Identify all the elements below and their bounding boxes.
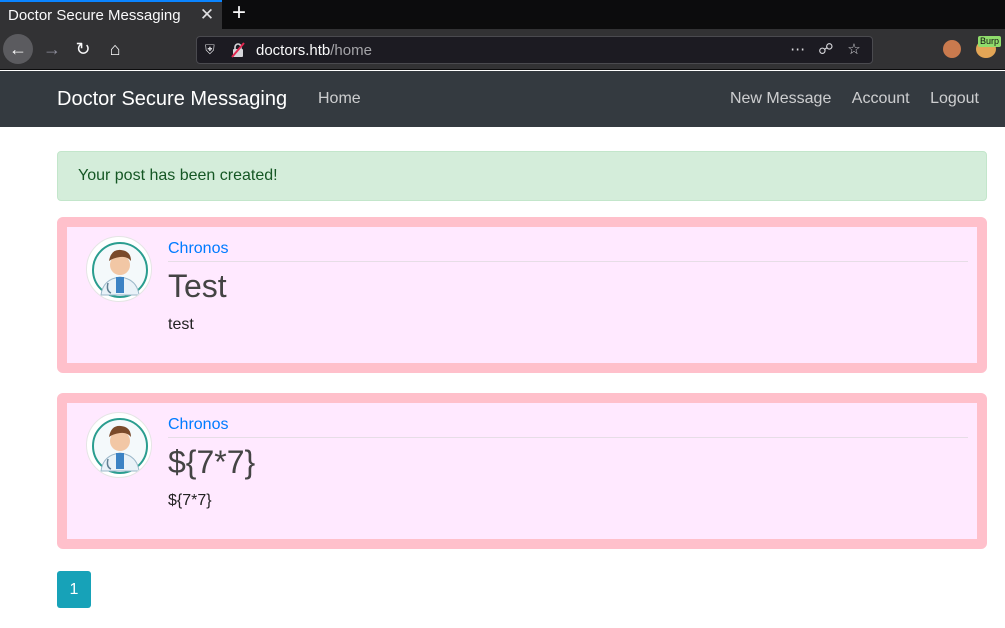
browser-tab-bar: Doctor Secure Messaging ✕ + [0,0,1005,29]
pocket-icon[interactable]: ☍ [814,39,838,61]
post-title: ${7*7} [168,444,256,480]
avatar [86,236,152,302]
post-author-link[interactable]: Chronos [168,415,968,438]
post-body: Chronos Test test [168,239,968,336]
site-navbar: Doctor Secure Messaging Home New Message… [0,71,1005,127]
post-card: Chronos Test test [57,217,987,373]
cookie-extension-icon[interactable] [943,40,961,58]
shield-icon[interactable]: ⛨ [205,42,219,58]
home-icon[interactable]: ⌂ [100,34,130,64]
close-icon[interactable]: ✕ [197,5,217,25]
post-content: ${7*7} [168,492,212,509]
new-tab-button[interactable]: + [228,0,250,28]
post-card: Chronos ${7*7} ${7*7} [57,393,987,549]
nav-link-logout[interactable]: Logout [930,90,979,107]
post-body: Chronos ${7*7} ${7*7} [168,415,968,512]
browser-toolbar: ← → ↻ ⌂ ⛨ doctors.htb/home ⋯ ☍ ☆ Burp [0,29,1005,70]
bookmark-star-icon[interactable]: ☆ [842,39,866,61]
burp-badge: Burp [978,36,1002,47]
success-alert: Your post has been created! [57,151,987,201]
url-actions: ⋯ ☍ ☆ [786,39,866,61]
reload-icon[interactable]: ↻ [68,34,98,64]
pagination-page-button[interactable]: 1 [57,571,91,608]
avatar [86,412,152,478]
post-content: test [168,316,194,333]
address-bar[interactable]: ⛨ doctors.htb/home ⋯ ☍ ☆ [196,36,873,64]
post-title: Test [168,268,227,304]
tab-title: Doctor Secure Messaging [8,7,181,24]
url-path: /home [330,42,372,59]
url-text[interactable]: doctors.htb/home [256,37,372,64]
back-arrow-icon[interactable]: ← [3,34,33,64]
forward-arrow-icon[interactable]: → [37,34,67,64]
more-actions-icon[interactable]: ⋯ [786,39,810,61]
browser-tab[interactable]: Doctor Secure Messaging ✕ [0,0,222,29]
nav-link-new-message[interactable]: New Message [730,90,831,107]
insecure-lock-icon[interactable] [231,42,245,58]
navbar-brand[interactable]: Doctor Secure Messaging [57,71,287,127]
url-domain: doctors.htb [256,42,331,59]
post-author-link[interactable]: Chronos [168,239,968,262]
navbar-right: New Message Account Logout [714,71,979,127]
nav-link-home[interactable]: Home [318,71,361,127]
nav-link-account[interactable]: Account [852,90,910,107]
